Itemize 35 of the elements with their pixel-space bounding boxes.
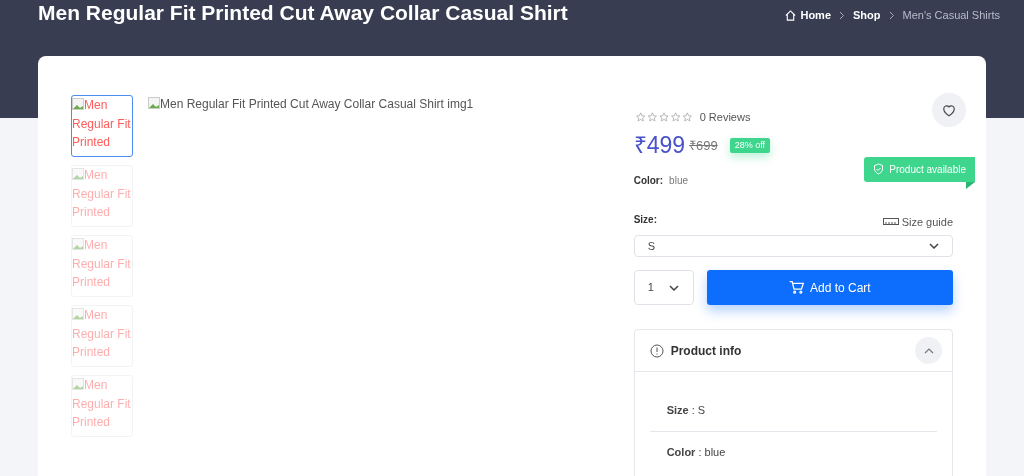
chevron-down-icon (929, 243, 939, 249)
price: ₹499 (633, 131, 686, 160)
discount-badge: 28% off (729, 137, 771, 153)
size-label: Size: (633, 213, 657, 228)
ribbon-fold (966, 181, 975, 189)
original-price: ₹699 (689, 136, 718, 155)
chevron-up-icon (923, 347, 934, 354)
shield-check-icon (873, 163, 885, 175)
availability-ribbon: Product available (864, 156, 975, 182)
ruler-icon (882, 218, 899, 226)
home-icon (785, 9, 797, 21)
color-label: Color: (633, 173, 664, 188)
chevron-right-icon (888, 10, 895, 20)
breadcrumb-current[interactable]: Men's Casual Shirts (902, 7, 1000, 24)
image-alt-text: Men Regular Fit Printed Cut Away Collar Casual Shirt img1 (160, 96, 474, 113)
broken-image-icon (148, 97, 160, 109)
size-select[interactable]: S (633, 235, 953, 257)
wishlist-button[interactable] (932, 93, 966, 127)
breadcrumb-link[interactable]: Shop (853, 7, 881, 24)
info-icon (649, 343, 664, 358)
heart-icon (942, 103, 956, 117)
page-title: Men Regular Fit Printed Cut Away Collar Casual Shirt (38, 1, 568, 25)
color-value: blue (669, 173, 688, 188)
thumbnail[interactable]: Men Regular Fit Printed (71, 95, 133, 157)
chevron-right-icon (839, 10, 845, 20)
cart-icon (788, 281, 804, 294)
size-guide-link[interactable]: Size guide (882, 213, 953, 230)
add-to-cart-button[interactable]: Add to Cart (706, 270, 953, 305)
info-row-text: Color : blue (666, 445, 726, 458)
info-row-text: Size : S (666, 404, 706, 416)
section-title: Product info (670, 342, 742, 360)
chevron-down-icon (668, 284, 679, 291)
quantity-select[interactable]: 1 (633, 270, 694, 305)
breadcrumb-link[interactable]: Home (785, 7, 831, 24)
review-count: 0 Reviews (699, 109, 751, 125)
